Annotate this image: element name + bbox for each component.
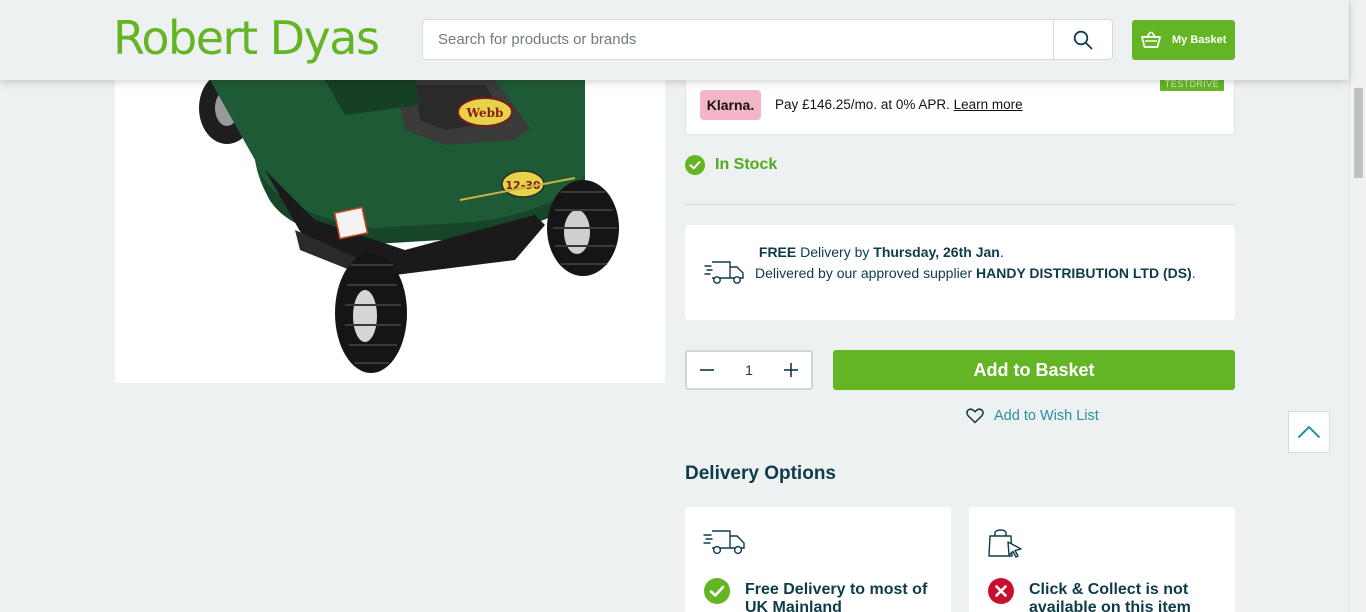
search-input[interactable]: [423, 20, 1053, 59]
home-delivery-option: Free Delivery to most of UK Mainland: [685, 507, 951, 612]
lawn-mower-illustration: Webb 12-30: [199, 72, 619, 373]
search-icon: [1073, 30, 1093, 49]
klarna-learn-more-link[interactable]: Learn more: [954, 97, 1023, 112]
minus-icon: [700, 369, 714, 371]
scrollbar-thumb[interactable]: [1354, 88, 1363, 178]
quantity-stepper: [685, 350, 813, 390]
basket-icon: [1141, 31, 1161, 48]
heart-icon: [966, 408, 984, 424]
klarna-offer: Pay £146.25/mo. at 0% APR.: [775, 97, 950, 112]
check-circle-icon: [685, 155, 705, 175]
check-circle-icon: [704, 578, 730, 604]
quantity-input[interactable]: [727, 352, 771, 388]
site-header: Robert Dyas My Basket: [0, 0, 1349, 80]
my-basket-label: My Basket: [1172, 34, 1227, 46]
wishlist-label: Add to Wish List: [994, 408, 1099, 424]
supplier-prefix: Delivered by our approved supplier: [755, 265, 977, 281]
click-collect-option: Click & Collect is not available on this…: [969, 507, 1235, 612]
click-collect-icon: [988, 529, 1022, 558]
klarna-text: Pay £146.25/mo. at 0% APR. Learn more: [775, 97, 1023, 112]
search-bar: [422, 19, 1113, 60]
page-scrollbar[interactable]: [1349, 0, 1366, 612]
add-to-wishlist-link[interactable]: Add to Wish List: [966, 408, 1099, 424]
chevron-up-icon: [1297, 425, 1321, 439]
click-collect-text: Click & Collect is not available on this…: [1029, 581, 1191, 612]
supplier-name: HANDY DISTRIBUTION LTD (DS): [976, 265, 1192, 281]
delivery-text: FREE Delivery by Thursday, 26th Jan. Del…: [755, 244, 1196, 281]
plus-icon: [784, 363, 798, 377]
quantity-increase-button[interactable]: [773, 352, 809, 388]
divider: [685, 204, 1235, 205]
home-delivery-text: Free Delivery to most of UK Mainland: [745, 581, 928, 612]
add-to-basket-button[interactable]: Add to Basket: [833, 350, 1235, 390]
stock-status: In Stock: [685, 155, 777, 175]
delivery-truck-icon: [703, 530, 745, 555]
delivery-by-text: Delivery by: [796, 244, 874, 260]
stock-label: In Stock: [715, 156, 778, 173]
free-label: FREE: [758, 244, 797, 260]
search-button[interactable]: [1053, 20, 1112, 59]
brand-plate-text: Webb: [466, 106, 504, 120]
quantity-decrease-button[interactable]: [689, 352, 725, 388]
product-image[interactable]: Webb 12-30: [115, 60, 665, 383]
delivery-info: FREE Delivery by Thursday, 26th Jan. Del…: [685, 225, 1235, 320]
back-to-top-button[interactable]: [1288, 411, 1330, 453]
delivery-truck-icon: [704, 261, 744, 284]
klarna-logo: Klarna.: [700, 90, 761, 120]
my-basket-button[interactable]: My Basket: [1132, 20, 1235, 60]
delivery-options-heading: Delivery Options: [685, 463, 836, 484]
cross-circle-icon: [988, 578, 1014, 604]
logo[interactable]: Robert Dyas: [113, 10, 380, 66]
delivery-date: Thursday, 26th Jan: [873, 244, 1000, 260]
